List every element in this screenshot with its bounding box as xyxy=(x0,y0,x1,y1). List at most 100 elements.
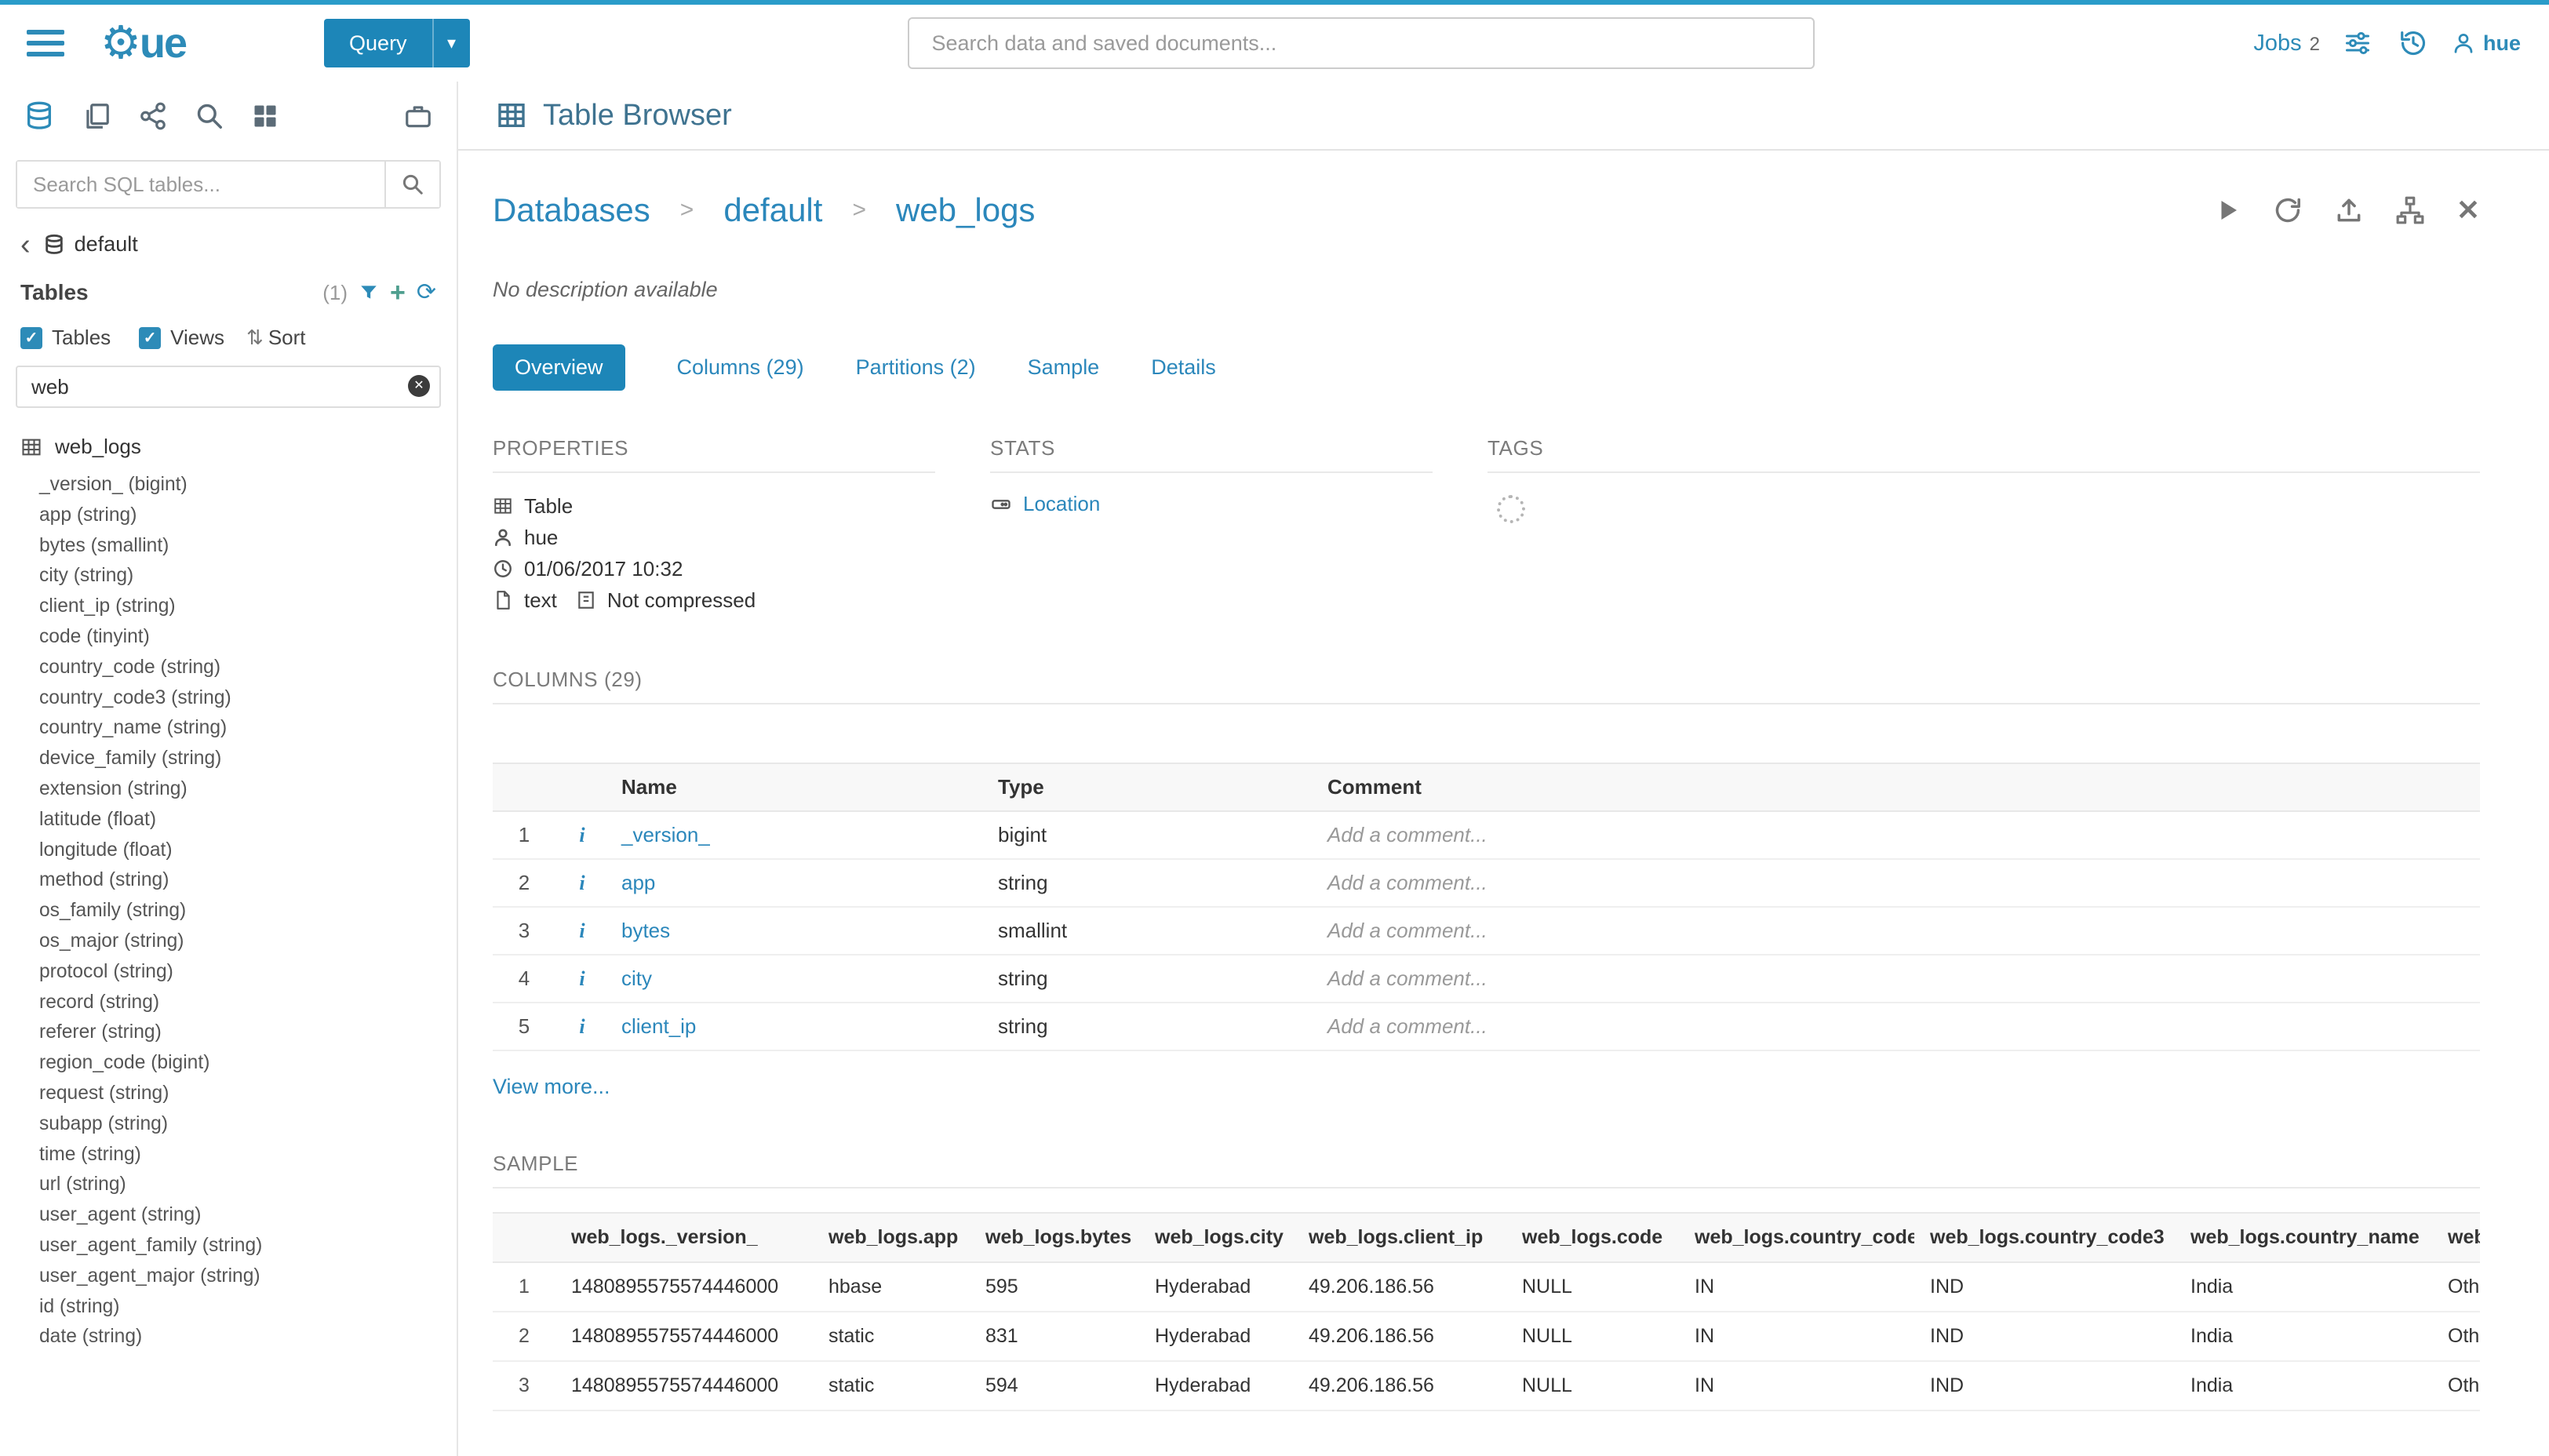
lineage-sitemap-icon[interactable] xyxy=(2395,195,2425,225)
query-play-icon[interactable] xyxy=(2213,196,2241,224)
column-name-link[interactable]: app xyxy=(609,859,985,907)
column-name-link[interactable]: city xyxy=(609,955,985,1003)
col-header-comment[interactable]: Comment xyxy=(1315,763,2480,811)
user-menu[interactable]: hue xyxy=(2452,31,2521,56)
zoom-search-icon[interactable] xyxy=(195,101,224,131)
column-list-item[interactable]: device_family (string) xyxy=(39,744,457,774)
comment-placeholder[interactable]: Add a comment... xyxy=(1315,859,2480,907)
sample-col-header[interactable]: web_logs.country_code3 xyxy=(1914,1213,2175,1262)
documents-icon[interactable] xyxy=(82,101,111,131)
column-list-item[interactable]: time (string) xyxy=(39,1140,457,1170)
upload-icon[interactable] xyxy=(2334,195,2364,225)
table-list-item[interactable]: web_logs xyxy=(0,435,457,459)
views-checkbox[interactable]: ✓ xyxy=(139,327,161,349)
sample-col-header[interactable]: web_logs.country_name xyxy=(2175,1213,2432,1262)
query-button[interactable]: Query xyxy=(324,19,432,67)
column-list-item[interactable]: country_name (string) xyxy=(39,713,457,744)
comment-placeholder[interactable]: Add a comment... xyxy=(1315,1003,2480,1050)
tab[interactable]: Details xyxy=(1151,344,1216,391)
column-list-item[interactable]: country_code (string) xyxy=(39,653,457,683)
global-search-input[interactable] xyxy=(908,17,1815,69)
tab[interactable]: Partitions (2) xyxy=(856,344,976,391)
column-list-item[interactable]: extension (string) xyxy=(39,774,457,805)
column-list-item[interactable]: subapp (string) xyxy=(39,1109,457,1140)
info-icon[interactable]: i xyxy=(579,1015,584,1038)
database-breadcrumb[interactable]: ‹ default xyxy=(20,232,441,257)
jobs-link[interactable]: Jobs 2 xyxy=(2253,31,2320,56)
tables-checkbox-label[interactable]: Tables xyxy=(52,326,111,350)
briefcase-icon[interactable] xyxy=(403,101,433,131)
column-name-link[interactable]: _version_ xyxy=(609,811,985,859)
back-chevron-icon[interactable]: ‹ xyxy=(20,234,31,256)
column-list-item[interactable]: referer (string) xyxy=(39,1017,457,1048)
views-checkbox-label[interactable]: Views xyxy=(170,326,224,350)
table-filter-input[interactable] xyxy=(16,366,441,408)
tab[interactable]: Columns (29) xyxy=(677,344,804,391)
column-list-item[interactable]: request (string) xyxy=(39,1079,457,1109)
column-list-item[interactable]: os_major (string) xyxy=(39,926,457,957)
column-list-item[interactable]: _version_ (bigint) xyxy=(39,470,457,500)
location-label[interactable]: Location xyxy=(1023,492,1100,516)
location-link[interactable]: Location xyxy=(990,492,1433,516)
tables-checkbox[interactable]: ✓ xyxy=(20,327,42,349)
col-header-type[interactable]: Type xyxy=(985,763,1315,811)
comment-placeholder[interactable]: Add a comment... xyxy=(1315,811,2480,859)
close-icon[interactable]: ✕ xyxy=(2456,196,2480,224)
sample-col-header[interactable]: web_logs.client_ip xyxy=(1293,1213,1506,1262)
chevron-down-icon[interactable]: ▾ xyxy=(432,19,470,67)
tab[interactable]: Overview xyxy=(493,344,625,391)
breadcrumb-databases[interactable]: Databases xyxy=(493,191,650,229)
table-name[interactable]: web_logs xyxy=(55,435,141,459)
col-header-name[interactable]: Name xyxy=(609,763,985,811)
column-list-item[interactable]: longitude (float) xyxy=(39,835,457,866)
sort-control[interactable]: ⇅ Sort xyxy=(246,326,305,350)
sliders-icon[interactable] xyxy=(2340,26,2375,60)
clear-filter-icon[interactable]: ✕ xyxy=(408,375,430,397)
column-list-item[interactable]: app (string) xyxy=(39,500,457,531)
sample-col-header[interactable]: web_logs._version_ xyxy=(555,1213,813,1262)
sample-col-header[interactable]: web_logs.code xyxy=(1506,1213,1679,1262)
column-list-item[interactable]: latitude (float) xyxy=(39,805,457,835)
info-icon[interactable]: i xyxy=(579,872,584,894)
column-list-item[interactable]: id (string) xyxy=(39,1292,457,1323)
column-list-item[interactable]: user_agent_major (string) xyxy=(39,1261,457,1292)
table-description[interactable]: No description available xyxy=(493,278,2480,302)
info-icon[interactable]: i xyxy=(579,967,584,990)
column-list-item[interactable]: country_code3 (string) xyxy=(39,683,457,714)
column-list-item[interactable]: url (string) xyxy=(39,1170,457,1200)
column-list-item[interactable]: record (string) xyxy=(39,988,457,1018)
column-name-link[interactable]: bytes xyxy=(609,907,985,955)
column-list-item[interactable]: user_agent_family (string) xyxy=(39,1231,457,1261)
column-list-item[interactable]: user_agent (string) xyxy=(39,1200,457,1231)
sample-col-header[interactable]: web_logs.device_family xyxy=(2432,1213,2480,1262)
breadcrumb-default[interactable]: default xyxy=(723,191,822,229)
column-list-item[interactable]: client_ip (string) xyxy=(39,592,457,622)
menu-icon[interactable] xyxy=(16,16,75,70)
comment-placeholder[interactable]: Add a comment... xyxy=(1315,955,2480,1003)
column-list-item[interactable]: os_family (string) xyxy=(39,896,457,926)
sample-col-header[interactable]: web_logs.app xyxy=(813,1213,970,1262)
history-icon[interactable] xyxy=(2395,25,2431,61)
column-list-item[interactable]: date (string) xyxy=(39,1322,457,1352)
hue-logo[interactable]: ⚙ ue xyxy=(100,19,186,67)
info-icon[interactable]: i xyxy=(579,919,584,942)
column-list-item[interactable]: region_code (bigint) xyxy=(39,1048,457,1079)
search-icon[interactable] xyxy=(384,162,439,207)
refresh-tables-icon[interactable]: ⟳ xyxy=(417,282,436,304)
sample-col-header[interactable]: web_logs.bytes xyxy=(970,1213,1139,1262)
apps-grid-icon[interactable] xyxy=(251,102,279,130)
breadcrumb-web-logs[interactable]: web_logs xyxy=(896,191,1035,229)
sql-databases-icon[interactable] xyxy=(24,100,55,132)
info-icon[interactable]: i xyxy=(579,824,584,846)
add-table-icon[interactable]: + xyxy=(390,282,406,304)
database-name[interactable]: default xyxy=(75,232,138,257)
refresh-icon[interactable] xyxy=(2273,195,2303,225)
comment-placeholder[interactable]: Add a comment... xyxy=(1315,907,2480,955)
sample-col-header[interactable]: web_logs.city xyxy=(1139,1213,1293,1262)
filter-funnel-icon[interactable] xyxy=(359,282,379,303)
sql-table-search-input[interactable] xyxy=(17,162,384,207)
tab[interactable]: Sample xyxy=(1028,344,1100,391)
column-list-item[interactable]: city (string) xyxy=(39,561,457,592)
sample-col-header[interactable]: web_logs.country_code xyxy=(1679,1213,1914,1262)
column-list-item[interactable]: method (string) xyxy=(39,865,457,896)
